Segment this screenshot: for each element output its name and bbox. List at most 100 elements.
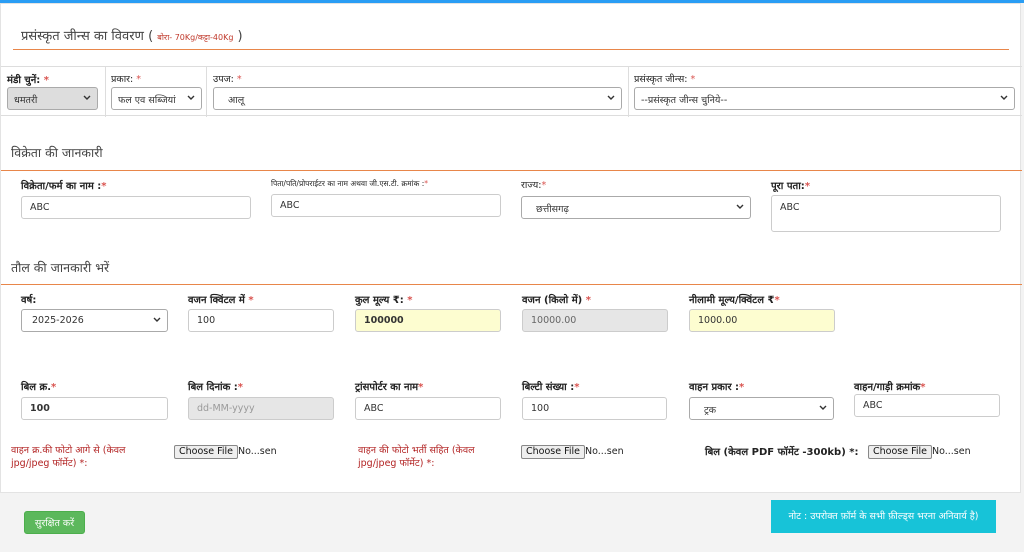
proprietor-label: पिता/पति/प्रोपराईटर का नाम अथवा जी.एस.टी… [271,179,428,189]
bill-no-label-text: बिल क्र. [21,382,52,393]
title-divider [13,49,1009,50]
jeans-select-value: --प्रसंस्कृत जीन्स चुनिये-- [641,95,728,106]
vehicle-no-label: वाहन/गाड़ी क्रमांक* [854,379,925,393]
bill-date-label: बिल दिनांक :* [188,379,243,393]
required-mark: * [804,181,811,192]
front-photo-label: वाहन क्र.की फोटो आगे से (केवल jpg/jpeg फ… [11,445,126,469]
page-title-text: प्रसंस्कृत जीन्स का विवरण [21,29,144,44]
required-mark: * [43,75,50,86]
bill-date-input[interactable]: dd-MM-yyyy [188,397,334,420]
kg-label: वजन (किलो में) * [522,292,591,306]
required-mark: * [237,382,243,393]
vehicle-type-select-value: ट्रक [704,405,717,416]
required-mark: * [690,74,696,85]
weighing-section-divider [1,284,1022,285]
front-photo-choose-file-button[interactable]: Choose File [174,445,238,459]
chevron-down-icon [1000,95,1008,100]
vehicle-no-label-text: वाहन/गाड़ी क्रमांक [854,382,921,393]
address-label: पूरा पता:* [771,178,810,192]
save-button[interactable]: सुरक्षित करें [24,511,85,534]
required-mark: * [51,382,57,393]
page-subtitle: बोरा- 70Kg/कट्टा-40Kg [157,33,234,42]
jeans-select[interactable]: --प्रसंस्कृत जीन्स चुनिये-- [634,87,1015,110]
bill-pdf-label: बिल (केवल PDF फॉर्मेट -300kb) *: [705,447,859,458]
required-mark: * [248,295,254,306]
address-label-text: पूरा पता: [771,181,805,192]
divider [206,67,207,117]
required-mark: * [407,295,413,306]
bill-date-label-text: बिल दिनांक : [188,382,238,393]
upaj-select[interactable]: आलू [213,87,622,110]
loaded-photo-choose-file-button[interactable]: Choose File [521,445,585,459]
bilti-label: बिल्टी संख्या :* [522,379,580,393]
state-select[interactable]: छत्तीसगढ़ [521,196,751,219]
page-title: प्रसंस्कृत जीन्स का विवरण ( बोरा- 70Kg/क… [21,26,243,44]
required-mark: * [236,74,242,85]
loaded-photo-file-status: No...sen [585,446,624,457]
form-card: प्रसंस्कृत जीन्स का विवरण ( बोरा- 70Kg/क… [0,3,1022,493]
total-value-input[interactable]: 100000 [355,309,501,332]
required-mark: * [774,295,780,306]
state-label-text: राज्य: [521,180,542,191]
auction-price-input[interactable]: 1000.00 [689,309,835,332]
firm-label: विक्रेता/फर्म का नाम :* [21,178,107,192]
mandatory-note-banner: नोट : उपरोक्त फ़ॉर्म के सभी फ़ील्ड्स भरन… [771,500,996,533]
prakar-label: प्रकार: * [111,72,141,85]
seller-section-title: विक्रेता की जानकारी [11,145,103,160]
mandi-label: मंडी चुनें: * [7,72,49,86]
chevron-down-icon [736,204,744,209]
jeans-label: प्रसंस्कृत जीन्स: * [634,72,695,85]
proprietor-label-text: पिता/पति/प्रोपराईटर का नाम अथवा जी.एस.टी… [271,179,425,188]
bill-pdf-choose-file-button[interactable]: Choose File [868,445,932,459]
seller-section-divider [1,170,1022,171]
chevron-down-icon [83,95,91,100]
year-label: वर्ष: [21,295,37,306]
bilti-input[interactable]: 100 [522,397,667,420]
quintal-label-text: वजन क्विंटल में [188,295,245,306]
upaj-label: उपज: * [213,72,242,85]
required-mark: * [739,382,745,393]
page-subtitle-open: ( [148,29,158,44]
transporter-input[interactable]: ABC [355,397,501,420]
bill-no-label: बिल क्र.* [21,379,56,393]
chevron-down-icon [153,317,161,322]
divider [105,67,106,117]
prakar-select[interactable]: फल एव सब्जियां [111,87,202,110]
page-subtitle-close: ) [233,29,243,44]
total-label-text: कुल मूल्य ₹: [355,295,404,306]
vehicle-type-label-text: वाहन प्रकार : [689,382,740,393]
required-mark: * [574,382,580,393]
firm-label-text: विक्रेता/फर्म का नाम : [21,181,102,192]
proprietor-input[interactable]: ABC [271,194,501,217]
firm-name-input[interactable]: ABC [21,196,251,219]
transporter-label: ट्रांसपोर्टर का नाम* [355,379,423,393]
chevron-down-icon [819,405,827,410]
required-mark: * [424,179,429,188]
vehicle-no-input[interactable]: ABC [854,394,1000,417]
quintal-label: वजन क्विंटल में * [188,292,254,306]
address-textarea[interactable]: ABC [771,195,1001,232]
required-mark: * [541,180,547,191]
prakar-label-text: प्रकार: [111,74,134,85]
required-mark: * [920,382,926,393]
chevron-down-icon [187,95,195,100]
jeans-label-text: प्रसंस्कृत जीन्स: [634,74,688,85]
produce-selection-row: मंडी चुनें: * धमतरी प्रकार: * फल एव सब्ज… [1,66,1022,117]
total-value-label: कुल मूल्य ₹: * [355,292,412,306]
upaj-label-text: उपज: [213,74,234,85]
prakar-select-value: फल एव सब्जियां [118,95,176,106]
divider [628,67,629,117]
vehicle-type-select[interactable]: ट्रक [689,397,834,420]
bill-no-input[interactable]: 100 [21,397,168,420]
front-photo-file-status: No...sen [238,446,277,457]
quintal-input[interactable]: 100 [188,309,334,332]
auction-label-text: नीलामी मूल्य/क्विंटल ₹ [689,295,775,306]
loaded-photo-label: वाहन की फोटो भर्ती सहित (केवल jpg/jpeg फ… [358,445,475,469]
year-select[interactable]: 2025-2026 [21,309,168,332]
state-select-value: छत्तीसगढ़ [536,204,569,215]
mandi-select[interactable]: धमतरी [7,87,98,110]
vehicle-type-label: वाहन प्रकार :* [689,379,744,393]
chevron-down-icon [607,95,615,100]
bilti-label-text: बिल्टी संख्या : [522,382,575,393]
kg-input: 10000.00 [522,309,668,332]
